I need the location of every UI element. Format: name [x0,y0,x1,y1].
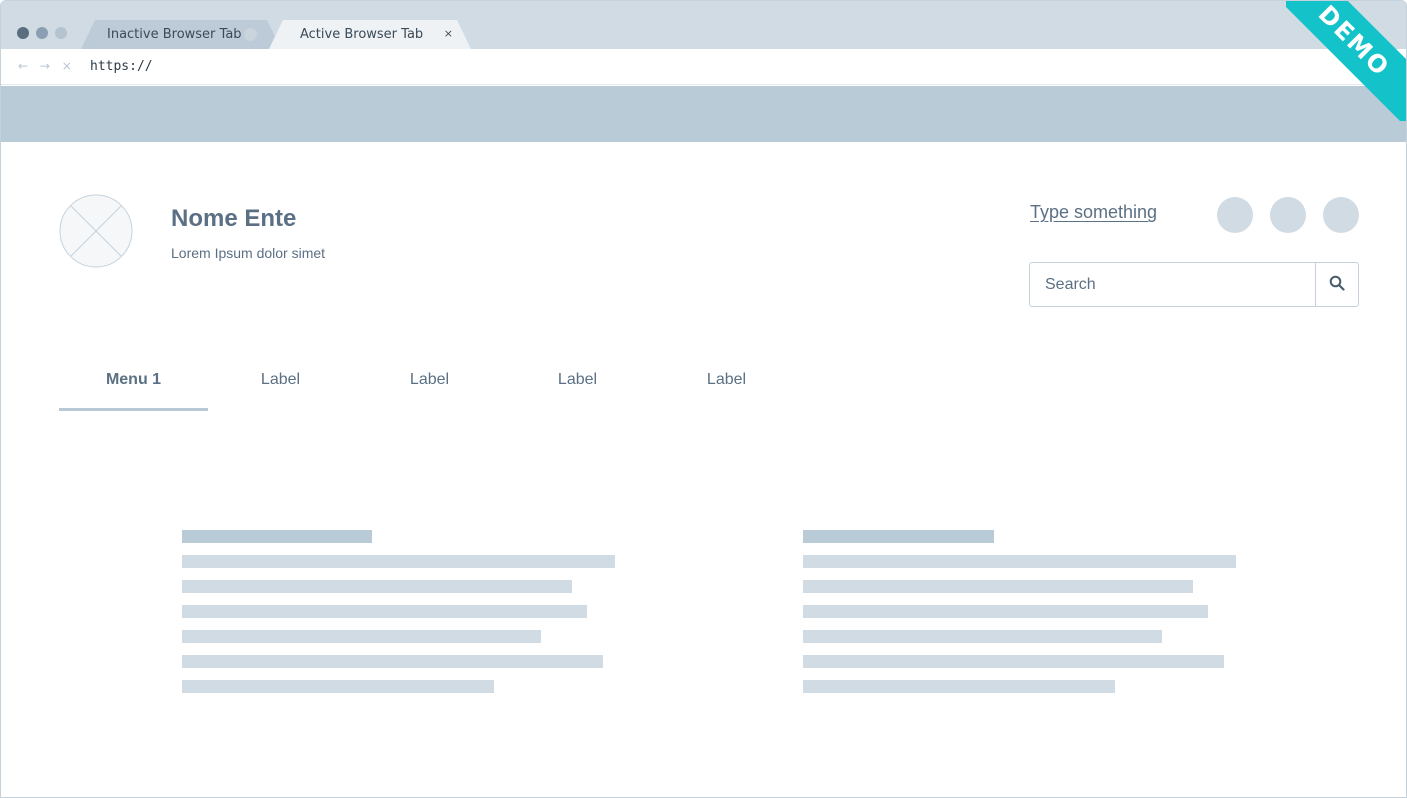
site-title: Nome Ente [171,205,297,232]
placeholder-line [803,605,1208,618]
placeholder-line [803,580,1193,593]
tab-close-icon[interactable] [244,28,257,41]
address-bar: ← → × https:// [1,49,1406,85]
content-placeholder-left [182,530,615,705]
placeholder-line [803,555,1236,568]
placeholder-heading [182,530,372,543]
tab-bar: Inactive Browser Tab Active Browser Tab … [1,1,1406,49]
menu-item-label[interactable]: Label [503,371,652,411]
content-placeholder-right [803,530,1236,705]
tab-active-label: Active Browser Tab [300,27,424,42]
placeholder-line [182,580,572,593]
menu-item-label[interactable]: Label [355,371,504,411]
placeholder-line [182,605,587,618]
menu-item-label[interactable]: Label [206,371,355,411]
maximize-window-dot[interactable] [55,27,67,39]
top-banner [1,86,1406,142]
minimize-window-dot[interactable] [36,27,48,39]
placeholder-line [803,655,1224,668]
tab-active[interactable]: Active Browser Tab × [269,20,471,49]
navigation-arrows-icon[interactable]: ← → × [18,59,76,73]
search-box [1029,262,1359,307]
tab-inactive-label: Inactive Browser Tab [107,27,242,42]
header-link[interactable]: Type something [1030,202,1157,223]
placeholder-line [182,630,541,643]
placeholder-line [803,680,1115,693]
search-button[interactable] [1315,263,1358,306]
tab-inactive[interactable]: Inactive Browser Tab [81,20,281,49]
menu-item-label[interactable]: Label [652,371,801,411]
search-icon [1329,275,1345,295]
placeholder-line [182,680,494,693]
placeholder-heading [803,530,994,543]
site-subtitle: Lorem Ipsum dolor simet [171,245,326,261]
image-placeholder-icon [59,194,133,268]
social-icon[interactable] [1217,197,1253,233]
placeholder-line [182,555,615,568]
search-input[interactable] [1030,263,1315,306]
browser-window: Inactive Browser Tab Active Browser Tab … [0,0,1407,798]
tab-close-icon[interactable]: × [444,27,453,40]
close-window-dot[interactable] [17,27,29,39]
placeholder-line [182,655,603,668]
social-icon[interactable] [1270,197,1306,233]
window-controls [17,27,67,39]
social-icon[interactable] [1323,197,1359,233]
menu-item-menu-1[interactable]: Menu 1 [59,371,208,411]
url-field[interactable]: https:// [90,59,153,74]
placeholder-line [803,630,1162,643]
